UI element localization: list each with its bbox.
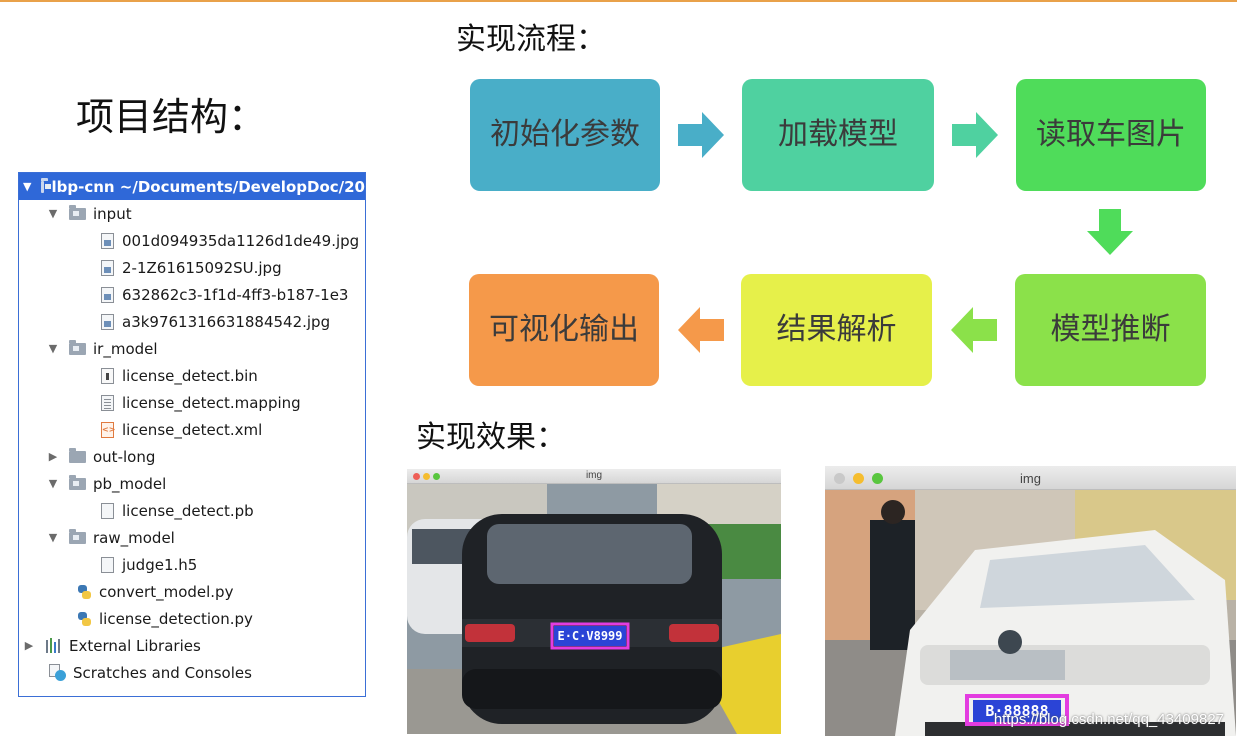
- collapse-arrow-icon[interactable]: ▶: [47, 450, 59, 463]
- result-image-window-1: img E·C·V8999: [407, 469, 781, 734]
- window-title: img: [1020, 471, 1041, 486]
- tree-item-raw-model[interactable]: ▼ raw_model: [19, 524, 365, 551]
- window-titlebar: img: [407, 469, 781, 484]
- python-file-icon: [77, 611, 92, 627]
- tree-item-label: out-long: [93, 447, 156, 466]
- tree-item-file[interactable]: convert_model.py: [19, 578, 365, 605]
- scratches-icon: [49, 664, 66, 681]
- tree-item-file[interactable]: license_detection.py: [19, 605, 365, 632]
- arrow-right-icon: [678, 112, 724, 158]
- expand-arrow-icon[interactable]: ▼: [47, 207, 59, 220]
- window-titlebar: img: [825, 466, 1236, 490]
- tree-item-pb-model[interactable]: ▼ pb_model: [19, 470, 365, 497]
- tree-item-label: convert_model.py: [99, 582, 234, 601]
- expand-arrow-icon[interactable]: ▼: [23, 180, 31, 193]
- tree-item-ir-model[interactable]: ▼ ir_model: [19, 335, 365, 362]
- collapse-arrow-icon[interactable]: ▶: [23, 639, 35, 652]
- expand-arrow-icon[interactable]: ▼: [47, 531, 59, 544]
- flow-step-model-inference: 模型推断: [1015, 274, 1206, 386]
- xml-file-icon: [101, 421, 115, 438]
- implementation-flow-heading: 实现流程：: [456, 22, 606, 57]
- tree-item-file[interactable]: 632862c3-1f1d-4ff3-b187-1e3: [19, 281, 365, 308]
- tree-item-label: Scratches and Consoles: [73, 663, 252, 682]
- folder-icon: [69, 528, 86, 544]
- arrow-right-icon: [952, 112, 998, 158]
- tree-item-file[interactable]: a3k9761316631884542.jpg: [19, 308, 365, 335]
- tree-item-label: ir_model: [93, 339, 158, 358]
- tree-item-file[interactable]: 001d094935da1126d1de49.jpg: [19, 227, 365, 254]
- tree-item-label: input: [93, 204, 132, 223]
- flow-step-label: 可视化输出: [489, 312, 639, 347]
- python-file-icon: [77, 584, 92, 600]
- image-file-icon: [101, 286, 114, 303]
- folder-icon: [69, 339, 86, 355]
- tree-item-label: 001d094935da1126d1de49.jpg: [122, 231, 360, 250]
- blank-file-icon: [101, 502, 114, 519]
- tree-item-scratches[interactable]: Scratches and Consoles: [19, 659, 365, 686]
- image-file-icon: [101, 313, 114, 330]
- flow-step-label: 读取车图片: [1036, 117, 1186, 152]
- flow-step-label: 模型推断: [1050, 312, 1171, 347]
- tree-item-root[interactable]: ▼ lbp-cnn ~/Documents/DevelopDoc/20: [19, 173, 365, 200]
- folder-icon: [69, 447, 86, 463]
- flow-step-init-params: 初始化参数: [470, 79, 660, 191]
- tree-item-label: External Libraries: [69, 636, 201, 655]
- top-accent-rule: [0, 0, 1237, 2]
- flow-step-label: 初始化参数: [490, 117, 640, 152]
- tree-item-label: license_detection.py: [99, 609, 253, 628]
- expand-arrow-icon[interactable]: ▼: [47, 342, 59, 355]
- tree-item-input[interactable]: ▼ input: [19, 200, 365, 227]
- tree-item-label: a3k9761316631884542.jpg: [122, 312, 331, 331]
- arrow-left-icon: [678, 307, 724, 353]
- tree-item-label: 632862c3-1f1d-4ff3-b187-1e3: [122, 285, 349, 304]
- tree-item-file[interactable]: judge1.h5: [19, 551, 365, 578]
- blank-file-icon: [101, 556, 114, 573]
- project-structure-heading: 项目结构：: [76, 95, 267, 139]
- flow-step-load-model: 加载模型: [742, 79, 934, 191]
- flow-step-read-car-image: 读取车图片: [1016, 79, 1206, 191]
- tree-item-label: pb_model: [93, 474, 167, 493]
- flow-step-label: 结果解析: [776, 312, 897, 347]
- tree-item-file[interactable]: license_detect.mapping: [19, 389, 365, 416]
- tree-item-label: license_detect.pb: [122, 501, 254, 520]
- tree-item-label: judge1.h5: [122, 555, 198, 574]
- tree-item-file[interactable]: license_detect.xml: [19, 416, 365, 443]
- text-file-icon: [101, 394, 114, 411]
- window-title: img: [585, 470, 603, 481]
- folder-icon: [69, 204, 86, 220]
- image-file-icon: [101, 232, 114, 249]
- tree-item-label: 2-1Z61615092SU.jpg: [122, 258, 282, 277]
- project-tree-panel: ▼ lbp-cnn ~/Documents/DevelopDoc/20 ▼ in…: [18, 172, 366, 697]
- watermark: https://blog.csdn.net/qq_43409827: [993, 711, 1224, 728]
- tree-item-label: license_detect.xml: [122, 420, 263, 439]
- image-file-icon: [101, 259, 114, 276]
- tree-item-label: license_detect.bin: [122, 366, 258, 385]
- folder-icon: [41, 177, 52, 193]
- tree-item-label: lbp-cnn ~/Documents/DevelopDoc/20: [51, 177, 365, 196]
- car-photo-1: [407, 484, 781, 734]
- tree-item-file[interactable]: license_detect.pb: [19, 497, 365, 524]
- tree-item-file[interactable]: license_detect.bin: [19, 362, 365, 389]
- tree-item-external-libraries[interactable]: ▶ External Libraries: [19, 632, 365, 659]
- result-image-window-2: img B·88888 https://blog.csdn.net/qq_434…: [825, 466, 1236, 736]
- expand-arrow-icon[interactable]: ▼: [47, 477, 59, 490]
- binary-file-icon: [101, 367, 114, 384]
- folder-icon: [69, 474, 86, 490]
- tree-item-file[interactable]: 2-1Z61615092SU.jpg: [19, 254, 365, 281]
- tree-item-label: raw_model: [93, 528, 175, 547]
- tree-item-label: license_detect.mapping: [122, 393, 301, 412]
- tree-item-out-long[interactable]: ▶ out-long: [19, 443, 365, 470]
- license-plate-1: E·C·V8999: [554, 626, 626, 646]
- library-icon: [45, 638, 62, 653]
- flow-step-label: 加载模型: [778, 117, 898, 152]
- arrow-left-icon: [951, 307, 997, 353]
- implementation-effect-heading: 实现效果：: [416, 420, 566, 455]
- flow-step-result-parse: 结果解析: [741, 274, 932, 386]
- arrow-down-icon: [1087, 209, 1133, 255]
- flow-step-visual-output: 可视化输出: [469, 274, 659, 386]
